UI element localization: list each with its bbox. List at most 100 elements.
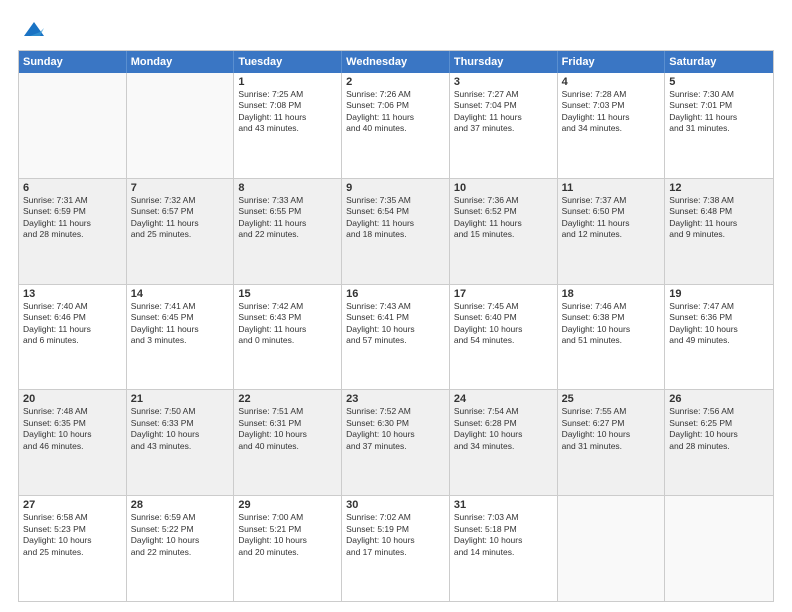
- day-cell-14: 14Sunrise: 7:41 AMSunset: 6:45 PMDayligh…: [127, 285, 235, 390]
- cell-info-line: and 25 minutes.: [23, 547, 122, 558]
- cell-info-line: Daylight: 10 hours: [346, 324, 445, 335]
- cell-info-line: Sunset: 5:21 PM: [238, 524, 337, 535]
- cell-info-line: and 12 minutes.: [562, 229, 661, 240]
- cell-info-line: Sunset: 6:28 PM: [454, 418, 553, 429]
- day-number: 12: [669, 182, 769, 194]
- cell-info-line: Daylight: 10 hours: [131, 535, 230, 546]
- cell-info-line: Sunset: 5:23 PM: [23, 524, 122, 535]
- day-cell-24: 24Sunrise: 7:54 AMSunset: 6:28 PMDayligh…: [450, 390, 558, 495]
- header-day-sunday: Sunday: [19, 51, 127, 73]
- cell-info-line: and 28 minutes.: [23, 229, 122, 240]
- cell-info-line: Sunrise: 7:48 AM: [23, 406, 122, 417]
- page: SundayMondayTuesdayWednesdayThursdayFrid…: [0, 0, 792, 612]
- cell-info-line: Sunrise: 7:50 AM: [131, 406, 230, 417]
- cell-info-line: and 46 minutes.: [23, 441, 122, 452]
- cell-info-line: Sunrise: 7:28 AM: [562, 89, 661, 100]
- day-cell-11: 11Sunrise: 7:37 AMSunset: 6:50 PMDayligh…: [558, 179, 666, 284]
- cell-info-line: Sunrise: 7:03 AM: [454, 512, 553, 523]
- day-number: 14: [131, 288, 230, 300]
- day-number: 16: [346, 288, 445, 300]
- header-day-monday: Monday: [127, 51, 235, 73]
- cell-info-line: Sunrise: 7:27 AM: [454, 89, 553, 100]
- cell-info-line: Sunset: 6:33 PM: [131, 418, 230, 429]
- cell-info-line: Daylight: 10 hours: [669, 324, 769, 335]
- calendar-row-0: 1Sunrise: 7:25 AMSunset: 7:08 PMDaylight…: [19, 73, 773, 178]
- logo-icon: [20, 18, 48, 40]
- day-cell-23: 23Sunrise: 7:52 AMSunset: 6:30 PMDayligh…: [342, 390, 450, 495]
- cell-info-line: Daylight: 10 hours: [669, 429, 769, 440]
- cell-info-line: Sunrise: 7:46 AM: [562, 301, 661, 312]
- cell-info-line: Sunrise: 7:55 AM: [562, 406, 661, 417]
- day-number: 3: [454, 76, 553, 88]
- cell-info-line: Sunrise: 7:51 AM: [238, 406, 337, 417]
- day-number: 27: [23, 499, 122, 511]
- day-cell-17: 17Sunrise: 7:45 AMSunset: 6:40 PMDayligh…: [450, 285, 558, 390]
- cell-info-line: Sunset: 7:03 PM: [562, 100, 661, 111]
- day-cell-21: 21Sunrise: 7:50 AMSunset: 6:33 PMDayligh…: [127, 390, 235, 495]
- calendar: SundayMondayTuesdayWednesdayThursdayFrid…: [18, 50, 774, 602]
- cell-info-line: Sunset: 7:08 PM: [238, 100, 337, 111]
- day-cell-9: 9Sunrise: 7:35 AMSunset: 6:54 PMDaylight…: [342, 179, 450, 284]
- cell-info-line: Sunset: 6:30 PM: [346, 418, 445, 429]
- cell-info-line: Sunrise: 7:43 AM: [346, 301, 445, 312]
- cell-info-line: Sunset: 5:19 PM: [346, 524, 445, 535]
- empty-cell: [665, 496, 773, 601]
- cell-info-line: and 0 minutes.: [238, 335, 337, 346]
- day-cell-3: 3Sunrise: 7:27 AMSunset: 7:04 PMDaylight…: [450, 73, 558, 178]
- cell-info-line: Daylight: 11 hours: [562, 218, 661, 229]
- cell-info-line: and 22 minutes.: [131, 547, 230, 558]
- cell-info-line: and 54 minutes.: [454, 335, 553, 346]
- cell-info-line: Sunset: 6:48 PM: [669, 206, 769, 217]
- cell-info-line: Sunset: 6:38 PM: [562, 312, 661, 323]
- cell-info-line: Sunrise: 7:26 AM: [346, 89, 445, 100]
- cell-info-line: Sunset: 6:27 PM: [562, 418, 661, 429]
- cell-info-line: and 43 minutes.: [131, 441, 230, 452]
- day-number: 29: [238, 499, 337, 511]
- cell-info-line: Daylight: 10 hours: [562, 324, 661, 335]
- cell-info-line: Sunset: 6:45 PM: [131, 312, 230, 323]
- day-number: 11: [562, 182, 661, 194]
- cell-info-line: and 9 minutes.: [669, 229, 769, 240]
- cell-info-line: Sunrise: 7:32 AM: [131, 195, 230, 206]
- day-cell-2: 2Sunrise: 7:26 AMSunset: 7:06 PMDaylight…: [342, 73, 450, 178]
- cell-info-line: Daylight: 10 hours: [23, 535, 122, 546]
- cell-info-line: Sunrise: 7:25 AM: [238, 89, 337, 100]
- cell-info-line: Sunset: 6:41 PM: [346, 312, 445, 323]
- cell-info-line: Daylight: 11 hours: [346, 112, 445, 123]
- day-cell-20: 20Sunrise: 7:48 AMSunset: 6:35 PMDayligh…: [19, 390, 127, 495]
- cell-info-line: Sunset: 6:57 PM: [131, 206, 230, 217]
- cell-info-line: Daylight: 10 hours: [454, 535, 553, 546]
- cell-info-line: and 34 minutes.: [454, 441, 553, 452]
- cell-info-line: Daylight: 11 hours: [669, 218, 769, 229]
- day-cell-26: 26Sunrise: 7:56 AMSunset: 6:25 PMDayligh…: [665, 390, 773, 495]
- header: [18, 18, 774, 40]
- day-number: 4: [562, 76, 661, 88]
- cell-info-line: and 22 minutes.: [238, 229, 337, 240]
- cell-info-line: Daylight: 10 hours: [454, 429, 553, 440]
- day-number: 31: [454, 499, 553, 511]
- cell-info-line: Sunset: 5:22 PM: [131, 524, 230, 535]
- cell-info-line: and 20 minutes.: [238, 547, 337, 558]
- cell-info-line: Sunset: 6:46 PM: [23, 312, 122, 323]
- cell-info-line: Daylight: 11 hours: [23, 324, 122, 335]
- cell-info-line: Sunrise: 7:38 AM: [669, 195, 769, 206]
- day-number: 9: [346, 182, 445, 194]
- cell-info-line: Sunset: 6:59 PM: [23, 206, 122, 217]
- cell-info-line: Sunset: 6:25 PM: [669, 418, 769, 429]
- cell-info-line: and 51 minutes.: [562, 335, 661, 346]
- calendar-row-2: 13Sunrise: 7:40 AMSunset: 6:46 PMDayligh…: [19, 284, 773, 390]
- day-number: 28: [131, 499, 230, 511]
- cell-info-line: Sunrise: 7:52 AM: [346, 406, 445, 417]
- cell-info-line: Sunset: 6:31 PM: [238, 418, 337, 429]
- day-cell-30: 30Sunrise: 7:02 AMSunset: 5:19 PMDayligh…: [342, 496, 450, 601]
- cell-info-line: Sunset: 7:01 PM: [669, 100, 769, 111]
- day-cell-13: 13Sunrise: 7:40 AMSunset: 6:46 PMDayligh…: [19, 285, 127, 390]
- day-number: 22: [238, 393, 337, 405]
- calendar-row-3: 20Sunrise: 7:48 AMSunset: 6:35 PMDayligh…: [19, 389, 773, 495]
- day-number: 20: [23, 393, 122, 405]
- day-number: 25: [562, 393, 661, 405]
- cell-info-line: Sunrise: 7:30 AM: [669, 89, 769, 100]
- cell-info-line: Sunrise: 7:33 AM: [238, 195, 337, 206]
- calendar-header: SundayMondayTuesdayWednesdayThursdayFrid…: [19, 51, 773, 73]
- day-cell-25: 25Sunrise: 7:55 AMSunset: 6:27 PMDayligh…: [558, 390, 666, 495]
